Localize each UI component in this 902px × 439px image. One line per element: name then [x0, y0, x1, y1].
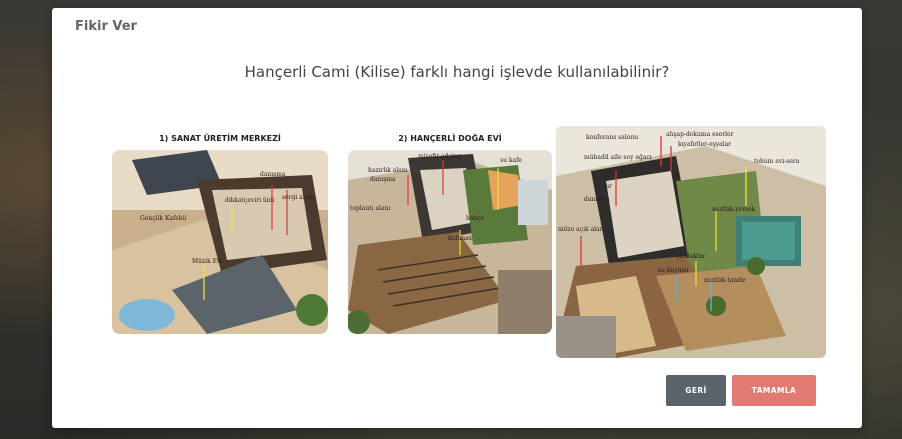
option-card-2[interactable]: 2) HANÇERLİ DOĞA EVİ misafir odaları su … — [348, 134, 552, 334]
annotation-2-4: danışma — [370, 176, 396, 183]
annotation-1-2: dikkatçeviri ünü — [225, 197, 275, 204]
annotation-3-5: tohum evi-sera — [754, 158, 800, 165]
annotation-3-1: konferans salonu — [586, 134, 638, 141]
annotation-2-5: toplantı alanı — [350, 205, 390, 212]
annotation-2-7: kulünas — [448, 235, 472, 242]
annotation-3-11: su kuyusu — [658, 267, 689, 274]
annotation-1-3: sergi alanı — [282, 194, 314, 201]
annotation-3-2: ahşap-dokuma eserler — [666, 131, 734, 138]
annotation-3-8: müze açık alan — [558, 226, 604, 233]
back-button[interactable]: GERİ — [666, 375, 726, 406]
option-image-3[interactable]: konferans salonu ahşap-dokuma eserler kı… — [556, 126, 826, 358]
modal-title: Fikir Ver — [75, 19, 137, 34]
annotation-3-3: kıyafetler-eşyalar — [678, 141, 731, 148]
option-card-3[interactable]: konferans salonu ahşap-dokuma eserler kı… — [556, 126, 826, 358]
annotation-1-5: Müzik Evi — [192, 258, 222, 265]
annotation-3-6: sır — [604, 183, 612, 190]
option-label-2: 2) HANÇERLİ DOĞA EVİ — [398, 134, 502, 143]
annotation-3-7: danışma — [584, 196, 610, 203]
annotation-1-1: danışma — [260, 171, 286, 178]
option-card-1[interactable]: 1) SANAT ÜRETİM MERKEZİ danışma dikkatçe… — [112, 134, 328, 334]
option-image-2[interactable]: misafir odaları su kafe hazırlık alanı d… — [348, 150, 552, 334]
question-text: Hançerli Cami (Kilise) farklı hangi işle… — [244, 63, 670, 81]
annotation-2-1: misafir odaları — [418, 153, 462, 160]
annotation-2-6: bahçe — [466, 215, 485, 222]
annotation-2-3: hazırlık alanı — [368, 167, 408, 174]
option-label-1: 1) SANAT ÜRETİM MERKEZİ — [159, 134, 281, 143]
annotation-1-4: Gençlik Kafebü — [140, 215, 187, 222]
annotation-3-12: mutfak-tandır — [704, 277, 746, 284]
idea-modal: Fikir Ver Hançerli Cami (Kilise) farklı … — [52, 8, 862, 428]
finish-button[interactable]: TAMAMLA — [732, 375, 816, 406]
annotation-2-2: su kafe — [500, 157, 522, 164]
annotation-3-4: mübadil aile soy ağacı — [584, 154, 652, 161]
option-image-1[interactable]: danışma dikkatçeviri ünü sergi alanı Gen… — [112, 150, 328, 334]
annotation-3-9: mutfak-yemek — [712, 206, 756, 213]
annotation-3-10: çardaklar — [676, 253, 705, 260]
